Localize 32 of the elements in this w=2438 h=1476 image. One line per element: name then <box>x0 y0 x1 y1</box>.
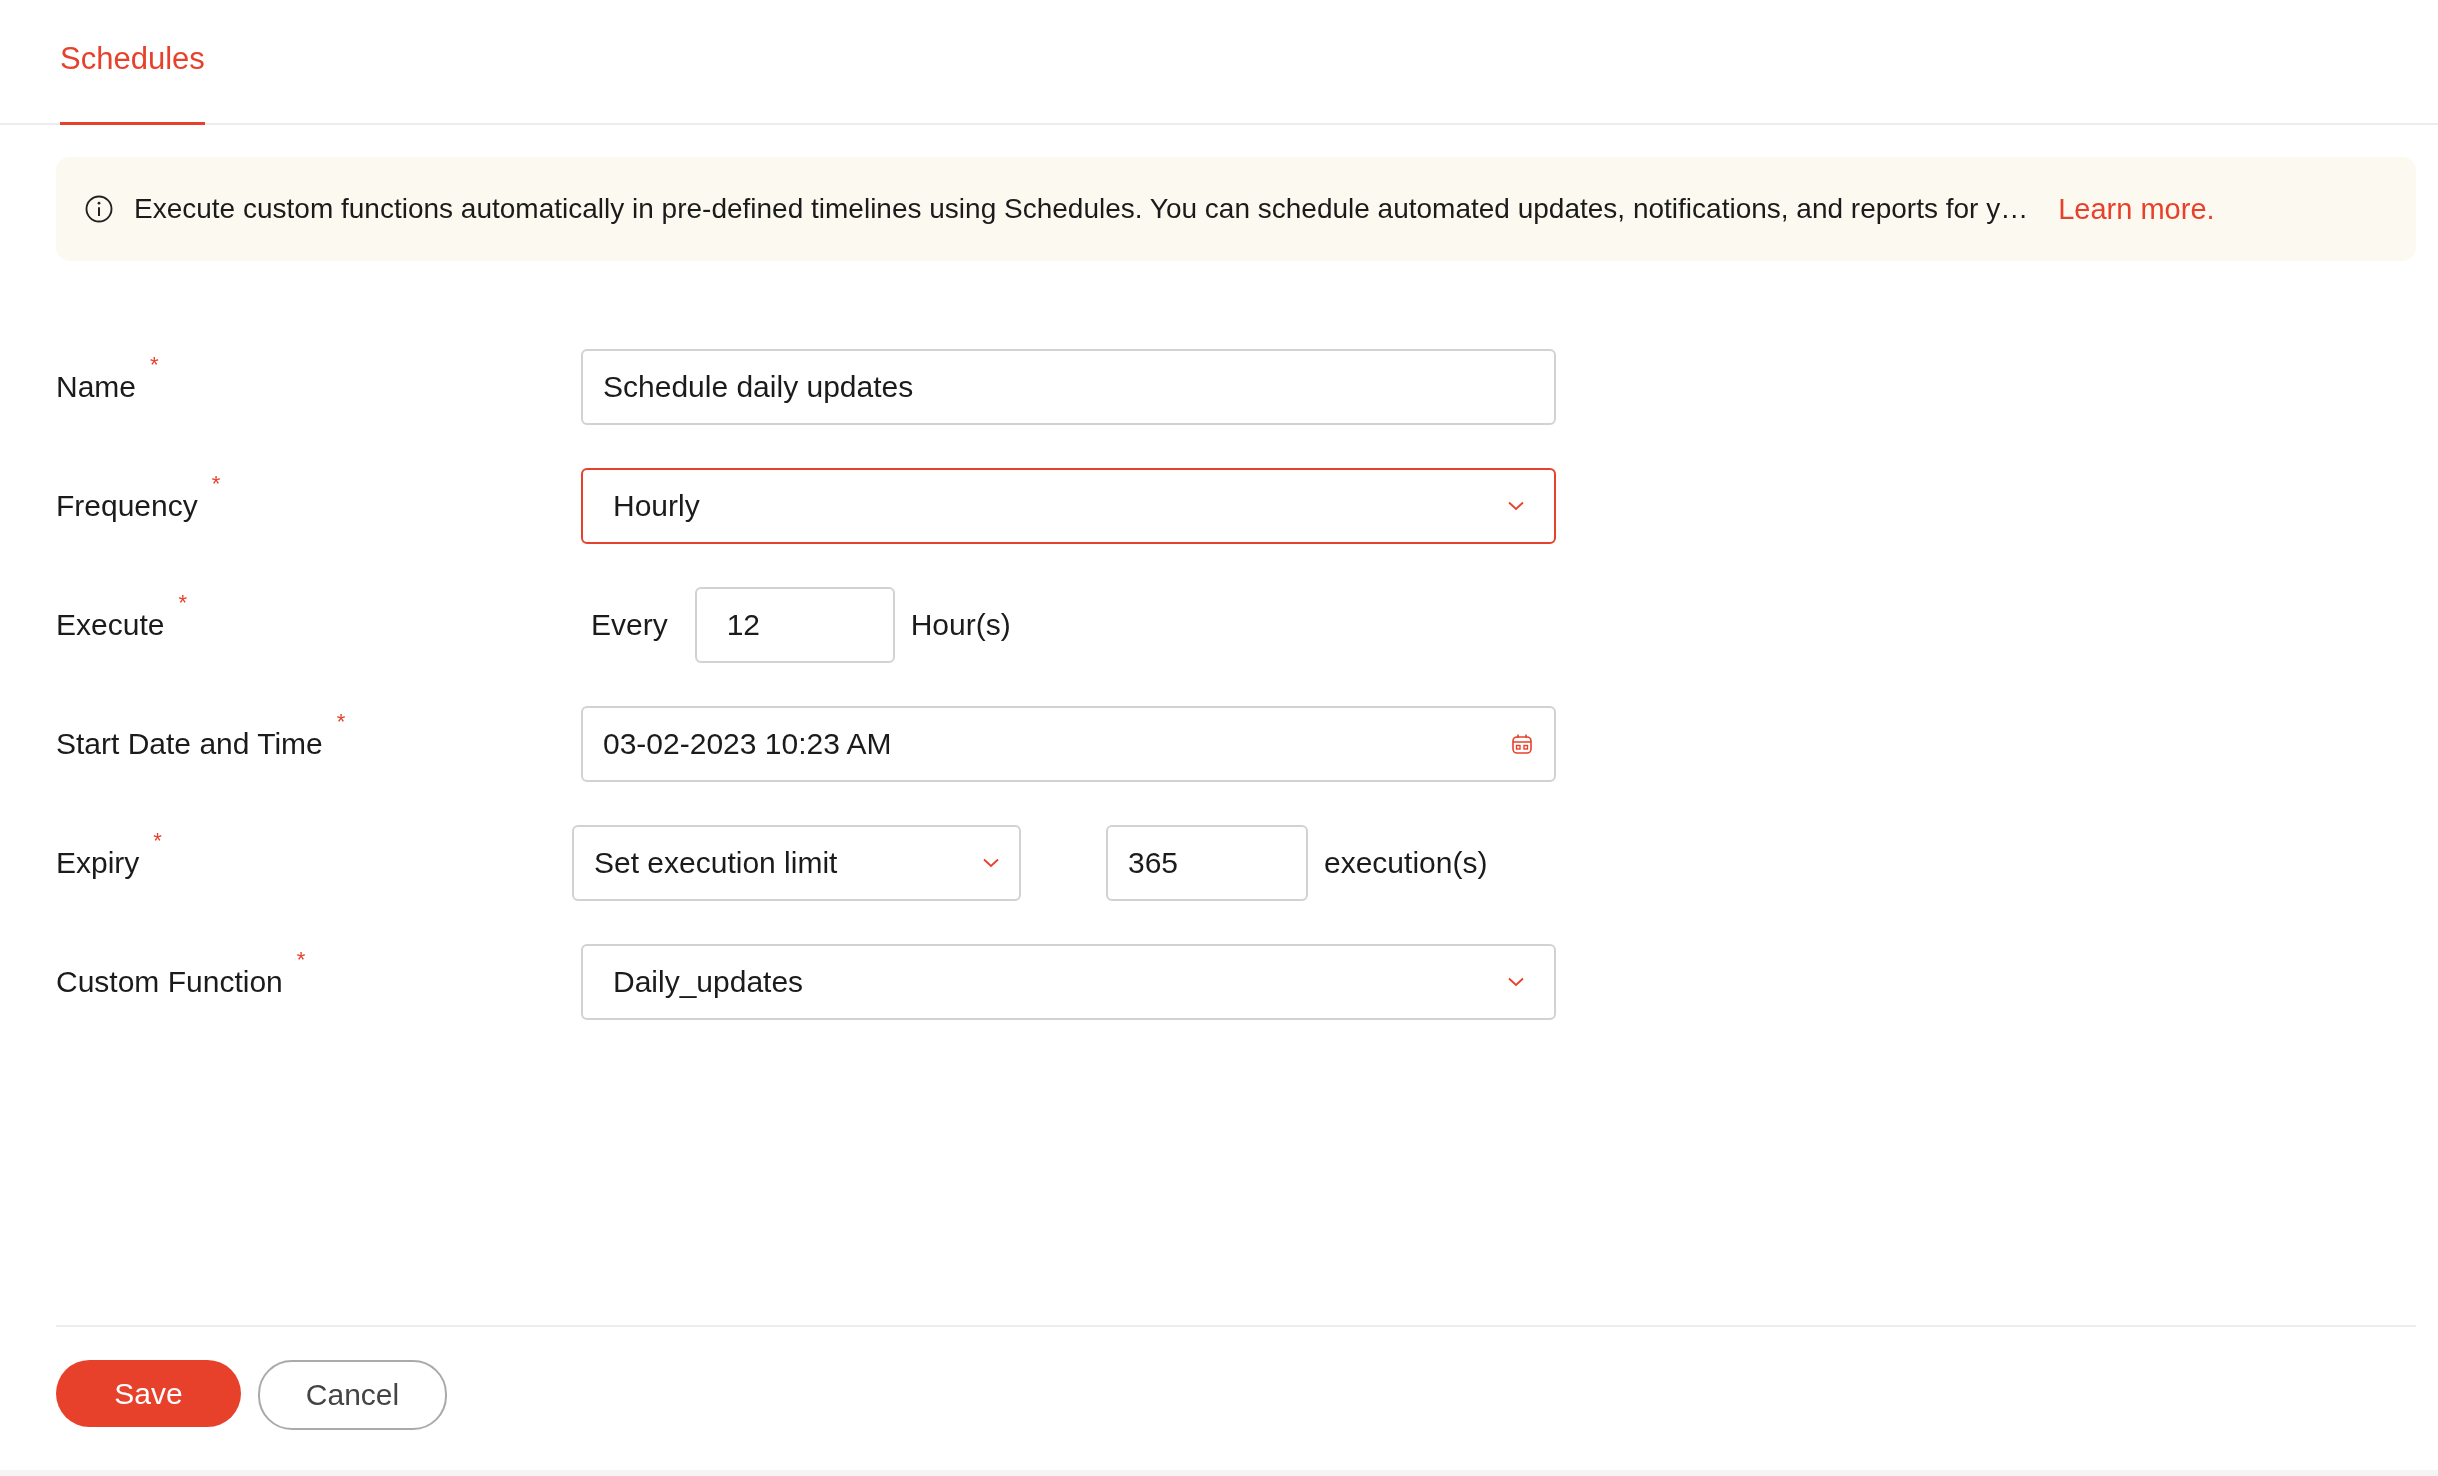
required-mark: * <box>178 590 187 616</box>
required-mark: * <box>211 471 221 497</box>
tab[interactable]: Schedules <box>60 0 205 125</box>
field-label: Frequency <box>56 489 198 523</box>
chevron-down-icon <box>983 858 999 868</box>
required-mark: * <box>296 947 306 973</box>
field-label: Execute <box>56 608 165 642</box>
banner-message: Execute custom functions automatically in pre-defined timelines using Schedules. You can schedule automated updates, notifications, and reports for y… <box>134 193 2029 225</box>
required-mark: * <box>336 709 346 735</box>
unit-text: execution(s) <box>1324 846 1488 880</box>
number-input[interactable]: 365 <box>1106 825 1308 901</box>
field-label: Name <box>56 370 137 404</box>
dropdown[interactable]: Set execution limit <box>572 825 1021 901</box>
text-input[interactable]: Schedule daily updates <box>581 349 1556 425</box>
field-label: Custom Function <box>56 965 283 999</box>
dropdown[interactable]: Daily_updates <box>581 944 1556 1020</box>
unit-text: Hour(s) <box>910 608 1011 642</box>
dropdown[interactable]: Hourly <box>581 468 1556 544</box>
learn-more-link[interactable]: Learn more. <box>2058 192 2215 226</box>
field-label: Start Date and Time <box>56 727 323 761</box>
cancel-button[interactable]: Cancel <box>258 1360 447 1430</box>
date-input[interactable]: 03-02-2023 10:23 AM <box>581 706 1556 782</box>
required-mark: * <box>153 828 162 854</box>
info-icon <box>84 194 114 224</box>
required-mark: * <box>150 352 159 378</box>
chevron-down-icon <box>1508 977 1524 987</box>
calendar-icon <box>1510 732 1534 756</box>
save-button[interactable]: Save <box>56 1360 241 1427</box>
number-input[interactable]: 12 <box>694 587 895 663</box>
prefix-text: Every <box>591 608 668 642</box>
field-label: Expiry <box>56 846 140 880</box>
chevron-down-icon <box>1508 501 1524 511</box>
